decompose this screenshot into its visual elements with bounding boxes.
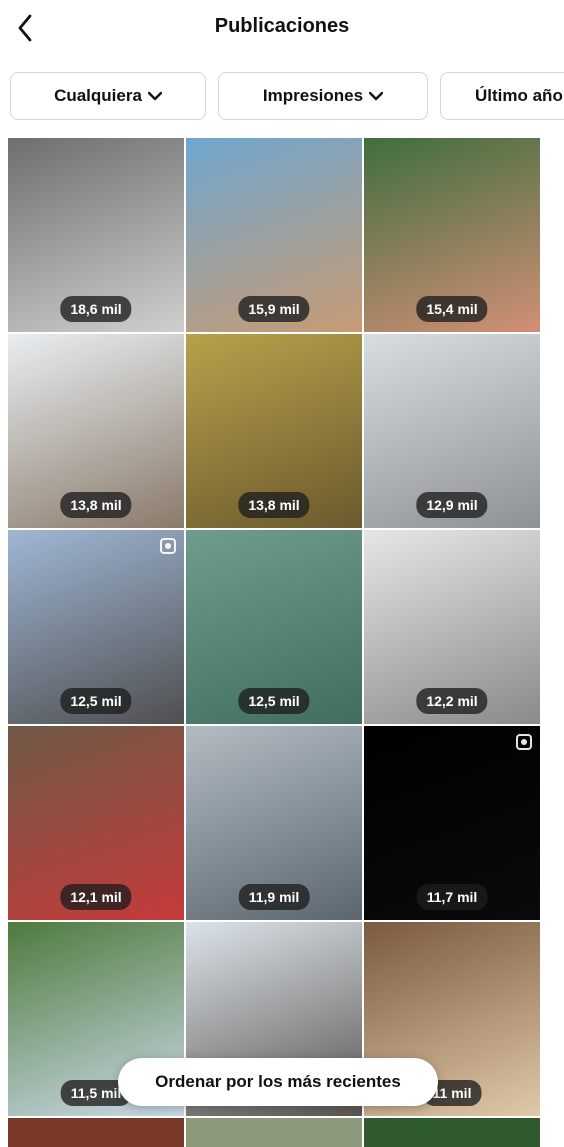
carousel-icon xyxy=(160,538,176,554)
post-thumbnail[interactable] xyxy=(8,1118,184,1147)
post-thumbnail[interactable]: 12,1 mil xyxy=(8,726,184,920)
filter-bar: Cualquiera Impresiones Último año xyxy=(0,72,564,124)
post-thumbnail[interactable]: 18,6 mil xyxy=(8,138,184,332)
chevron-down-icon xyxy=(369,91,384,101)
post-thumbnail[interactable] xyxy=(186,1118,362,1147)
impressions-badge: 11,9 mil xyxy=(238,884,310,910)
post-thumbnail[interactable]: 11,7 mil xyxy=(364,726,540,920)
impressions-badge: 13,8 mil xyxy=(238,492,310,518)
sort-by-recent-button[interactable]: Ordenar por los más recientes xyxy=(118,1058,438,1106)
filter-period-chip[interactable]: Último año xyxy=(440,72,564,120)
impressions-badge: 12,5 mil xyxy=(60,688,132,714)
post-thumbnail[interactable]: 13,8 mil xyxy=(8,334,184,528)
post-thumbnail[interactable]: 12,5 mil xyxy=(186,530,362,724)
page-title: Publicaciones xyxy=(214,15,350,37)
impressions-badge: 12,9 mil xyxy=(416,492,488,518)
impressions-badge: 12,2 mil xyxy=(416,688,488,714)
post-thumbnail[interactable]: 15,9 mil xyxy=(186,138,362,332)
impressions-badge: 12,5 mil xyxy=(238,688,310,714)
post-thumbnail[interactable] xyxy=(364,1118,540,1147)
post-thumbnail[interactable]: 12,9 mil xyxy=(364,334,540,528)
post-thumbnail[interactable]: 12,5 mil xyxy=(8,530,184,724)
chevron-down-icon xyxy=(147,91,162,101)
impressions-badge: 11,7 mil xyxy=(416,884,488,910)
sort-by-recent-label: Ordenar por los más recientes xyxy=(155,1072,401,1091)
post-thumbnail[interactable]: 12,2 mil xyxy=(364,530,540,724)
filter-type-label: Cualquiera xyxy=(54,86,142,105)
impressions-badge: 13,8 mil xyxy=(60,492,132,518)
impressions-badge: 15,4 mil xyxy=(416,296,488,322)
carousel-icon xyxy=(516,734,532,750)
post-thumbnail[interactable]: 11,9 mil xyxy=(186,726,362,920)
top-bar: Publicaciones xyxy=(0,0,564,56)
filter-metric-chip[interactable]: Impresiones xyxy=(218,72,428,120)
impressions-badge: 15,9 mil xyxy=(238,296,310,322)
post-thumbnail[interactable]: 13,8 mil xyxy=(186,334,362,528)
filter-type-chip[interactable]: Cualquiera xyxy=(10,72,206,120)
filter-period-label: Último año xyxy=(475,86,563,105)
impressions-badge: 18,6 mil xyxy=(60,296,132,322)
post-thumbnail[interactable]: 15,4 mil xyxy=(364,138,540,332)
impressions-badge: 12,1 mil xyxy=(60,884,132,910)
filter-metric-label: Impresiones xyxy=(262,86,364,105)
